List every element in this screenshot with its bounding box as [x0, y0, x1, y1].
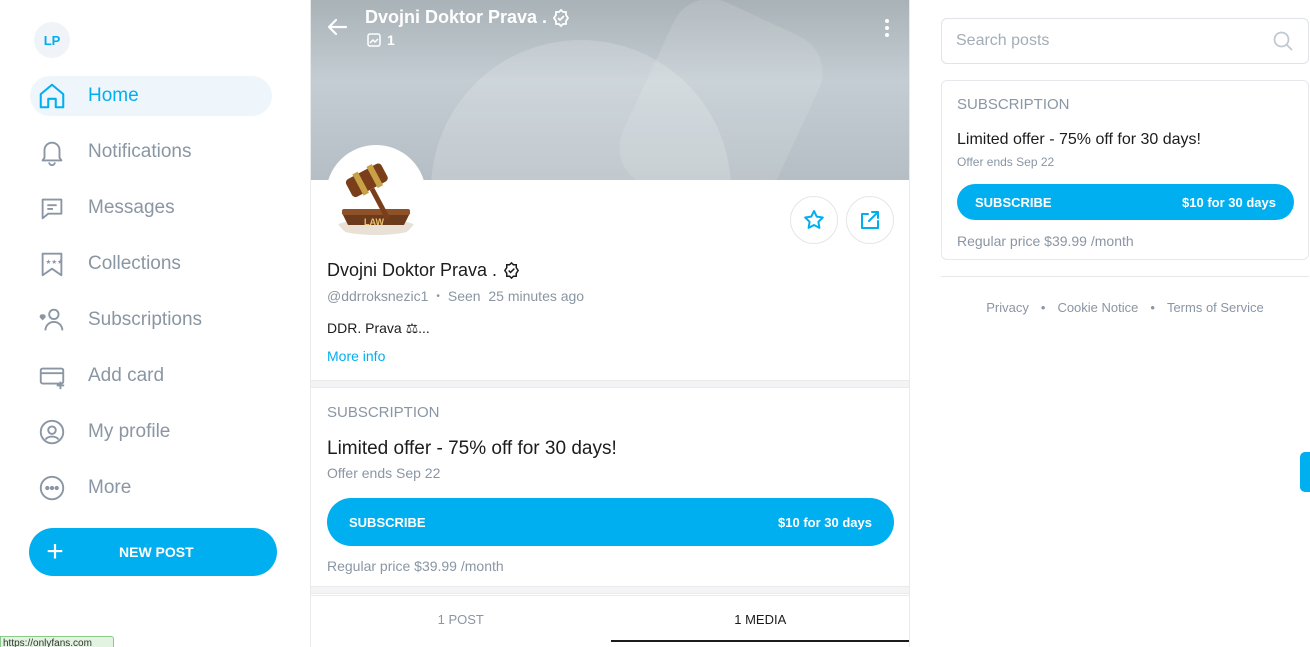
offer-text: Limited offer - 75% off for 30 days!	[957, 131, 1201, 148]
separator-dot: •	[1150, 300, 1155, 315]
user-heart-icon	[36, 304, 68, 336]
divider	[941, 276, 1309, 277]
media-count-text: 1	[387, 32, 395, 48]
regular-price: Regular price $39.99 /month	[327, 558, 504, 574]
header-title: Dvojni Doktor Prava .	[365, 7, 571, 28]
subscribe-button[interactable]: SUBSCRIBE $10 for 30 days	[327, 498, 894, 546]
tab-media[interactable]: 1 MEDIA	[610, 596, 909, 642]
gavel-image: LAW	[328, 147, 424, 243]
user-avatar[interactable]: LP	[34, 22, 70, 58]
sidebar-item-label: More	[88, 477, 132, 498]
offer-text: Limited offer - 75% off for 30 days!	[327, 438, 617, 459]
sidebar-item-label: Messages	[88, 197, 175, 218]
sidebar-item-messages[interactable]: Messages	[30, 188, 272, 228]
sidebar-item-subscriptions[interactable]: Subscriptions	[30, 300, 272, 340]
sidebar-item-label: Home	[88, 85, 139, 106]
profile-main: Dvojni Doktor Prava . 1 LAW Dvojni Dokto…	[310, 0, 910, 647]
offer-ends: Offer ends Sep 22	[957, 155, 1055, 169]
sidebar-item-more[interactable]: More	[30, 468, 272, 508]
privacy-link[interactable]: Privacy	[986, 300, 1029, 315]
search-icon[interactable]	[1272, 30, 1294, 52]
share-icon	[861, 211, 879, 229]
favorite-button[interactable]	[790, 196, 838, 244]
subscription-card: SUBSCRIPTION Limited offer - 75% off for…	[941, 80, 1309, 260]
sidebar-item-home[interactable]: Home	[30, 76, 272, 116]
new-post-label: NEW POST	[119, 544, 194, 560]
header-title-text: Dvojni Doktor Prava .	[365, 7, 548, 27]
subscribe-label: SUBSCRIBE	[975, 194, 1052, 210]
subscribe-price: $10 for 30 days	[778, 514, 872, 530]
sidebar: LP Home Notifications Messages ★★★ Colle…	[0, 0, 310, 647]
subscription-title: SUBSCRIPTION	[957, 96, 1070, 113]
profile-avatar[interactable]: LAW	[326, 145, 426, 245]
law-text: LAW	[364, 217, 385, 227]
sidebar-item-label: Collections	[88, 253, 181, 274]
section-divider	[311, 586, 909, 594]
share-button[interactable]	[846, 196, 894, 244]
more-dots-icon	[36, 472, 68, 504]
user-circle-icon	[36, 416, 68, 448]
subscription-title: SUBSCRIPTION	[327, 404, 440, 421]
search-box	[941, 18, 1309, 64]
profile-name: Dvojni Doktor Prava .	[327, 260, 521, 281]
profile-name-text: Dvojni Doktor Prava .	[327, 260, 498, 280]
image-icon	[367, 33, 381, 47]
subscribe-button[interactable]: SUBSCRIBE $10 for 30 days	[957, 184, 1294, 220]
right-column: SUBSCRIPTION Limited offer - 75% off for…	[941, 0, 1310, 647]
sidebar-item-label: Subscriptions	[88, 309, 203, 330]
kebab-menu-icon[interactable]	[877, 16, 897, 40]
subscribe-label: SUBSCRIBE	[349, 514, 426, 530]
sidebar-item-label: Add card	[88, 365, 165, 386]
section-divider	[311, 380, 909, 388]
regular-price: Regular price $39.99 /month	[957, 233, 1134, 249]
subscribe-price: $10 for 30 days	[1182, 194, 1276, 210]
message-icon	[36, 192, 68, 224]
plus-icon: +	[46, 535, 64, 568]
verified-icon	[503, 261, 520, 280]
profile-bio: DDR. Prava ⚖...	[327, 320, 430, 336]
star-icon	[804, 210, 824, 229]
bookmark-stars-icon: ★★★	[36, 248, 68, 280]
sidebar-item-my-profile[interactable]: My profile	[30, 412, 272, 452]
sidebar-item-collections[interactable]: ★★★ Collections	[30, 244, 272, 284]
more-info-link[interactable]: More info	[327, 348, 385, 364]
search-input[interactable]	[956, 32, 1272, 50]
new-post-button[interactable]: + NEW POST	[29, 528, 277, 576]
tab-posts[interactable]: 1 POST	[311, 596, 611, 642]
sidebar-item-add-card[interactable]: Add card	[30, 356, 272, 396]
profile-handle: @ddrroksnezic1	[327, 288, 429, 304]
credit-card-add-icon	[36, 360, 68, 392]
footer-links: Privacy • Cookie Notice • Terms of Servi…	[941, 300, 1309, 315]
sidebar-item-label: My profile	[88, 421, 171, 442]
separator-dot: •	[436, 290, 440, 302]
separator-dot: •	[1040, 300, 1046, 315]
sidebar-item-notifications[interactable]: Notifications	[30, 132, 272, 172]
profile-meta: @ddrroksnezic1 • Seen 25 minutes ago	[327, 288, 584, 304]
scroll-to-top-tab[interactable]	[1300, 452, 1310, 492]
last-seen: Seen 25 minutes ago	[447, 288, 585, 304]
offer-ends: Offer ends Sep 22	[327, 465, 441, 481]
svg-text:★★★: ★★★	[45, 259, 63, 266]
status-url: https://onlyfans.com	[0, 636, 114, 647]
verified-icon	[552, 8, 570, 27]
content-tabs: 1 POST 1 MEDIA	[311, 595, 909, 647]
terms-link[interactable]: Terms of Service	[1167, 300, 1264, 315]
sidebar-item-label: Notifications	[88, 141, 192, 162]
cookie-notice-link[interactable]: Cookie Notice	[1057, 300, 1138, 315]
header-media-count: 1	[367, 32, 395, 48]
back-arrow-icon[interactable]	[325, 14, 351, 40]
bell-icon	[36, 136, 68, 168]
home-icon	[36, 80, 68, 112]
